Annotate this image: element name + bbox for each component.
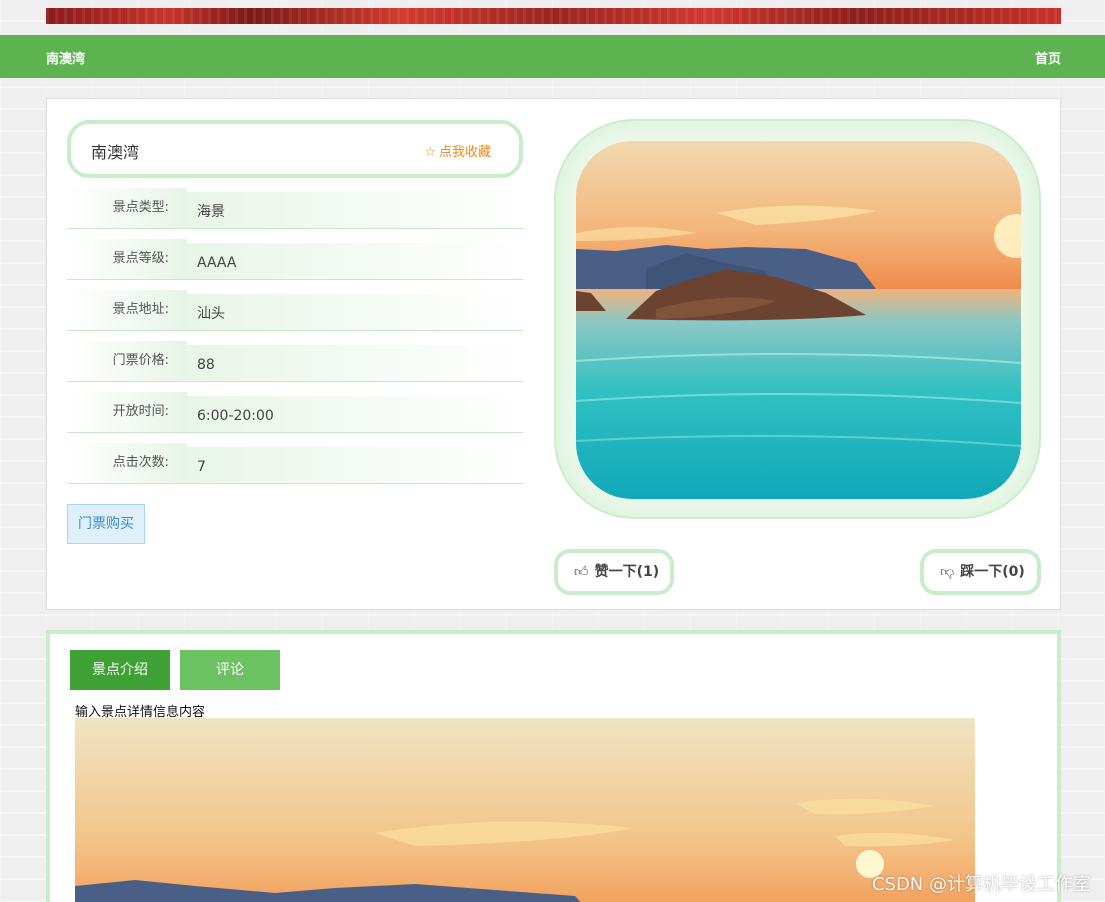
scenic-image-frame: [554, 119, 1041, 519]
info-row-address: 景点地址: 汕头: [67, 290, 523, 331]
info-row-type: 景点类型: 海景: [67, 188, 523, 229]
title-box: 南澳湾 ☆ 点我收藏: [67, 120, 523, 178]
nav-brand[interactable]: 南澳湾: [46, 48, 85, 67]
detail-card: 南澳湾 ☆ 点我收藏 景点类型: 海景 景点等级: AAAA 景点地址: 汕头 门…: [46, 98, 1061, 610]
info-row-clicks: 点击次数: 7: [67, 443, 523, 484]
info-label: 门票价格:: [67, 341, 187, 381]
page-title: 南澳湾: [91, 143, 140, 162]
star-icon: ☆: [424, 145, 436, 160]
like-button[interactable]: 👍︎ 赞一下(1): [554, 549, 674, 595]
buy-ticket-button[interactable]: 门票购买: [67, 504, 145, 544]
thumbs-down-icon: 👎︎: [940, 564, 955, 580]
like-label: 赞一下(1): [594, 564, 660, 580]
favorite-label: 点我收藏: [438, 145, 491, 160]
info-label: 景点等级:: [67, 239, 187, 279]
dislike-label: 踩一下(0): [960, 564, 1025, 580]
info-label: 开放时间:: [67, 392, 187, 432]
info-value: 7: [187, 447, 523, 483]
info-value: 汕头: [187, 294, 523, 330]
top-banner-image: [46, 8, 1061, 24]
info-row-price: 门票价格: 88: [67, 341, 523, 382]
nav-home-link[interactable]: 首页: [1035, 48, 1061, 67]
info-value: AAAA: [187, 243, 523, 279]
watermark-text: CSDN @计算机毕设工作室: [871, 874, 1091, 895]
tab-intro[interactable]: 景点介绍: [70, 650, 170, 690]
info-label: 点击次数:: [67, 443, 187, 483]
intro-card: 景点介绍 评论 输入景点详情信息内容: [46, 630, 1061, 902]
thumbs-up-icon: 👍︎: [574, 564, 589, 580]
info-label: 景点类型:: [67, 188, 187, 228]
nav-bar: 南澳湾 首页: [0, 35, 1105, 78]
info-row-level: 景点等级: AAAA: [67, 239, 523, 280]
info-value: 海景: [187, 192, 523, 228]
scenic-photo: [576, 141, 1021, 499]
intro-photo: [75, 718, 975, 902]
info-value: 88: [187, 345, 523, 381]
tab-comment[interactable]: 评论: [180, 650, 280, 690]
info-row-hours: 开放时间: 6:00-20:00: [67, 392, 523, 433]
info-label: 景点地址:: [67, 290, 187, 330]
info-value: 6:00-20:00: [187, 396, 523, 432]
favorite-link[interactable]: ☆ 点我收藏: [424, 141, 491, 160]
dislike-button[interactable]: 👎︎ 踩一下(0): [920, 549, 1041, 595]
